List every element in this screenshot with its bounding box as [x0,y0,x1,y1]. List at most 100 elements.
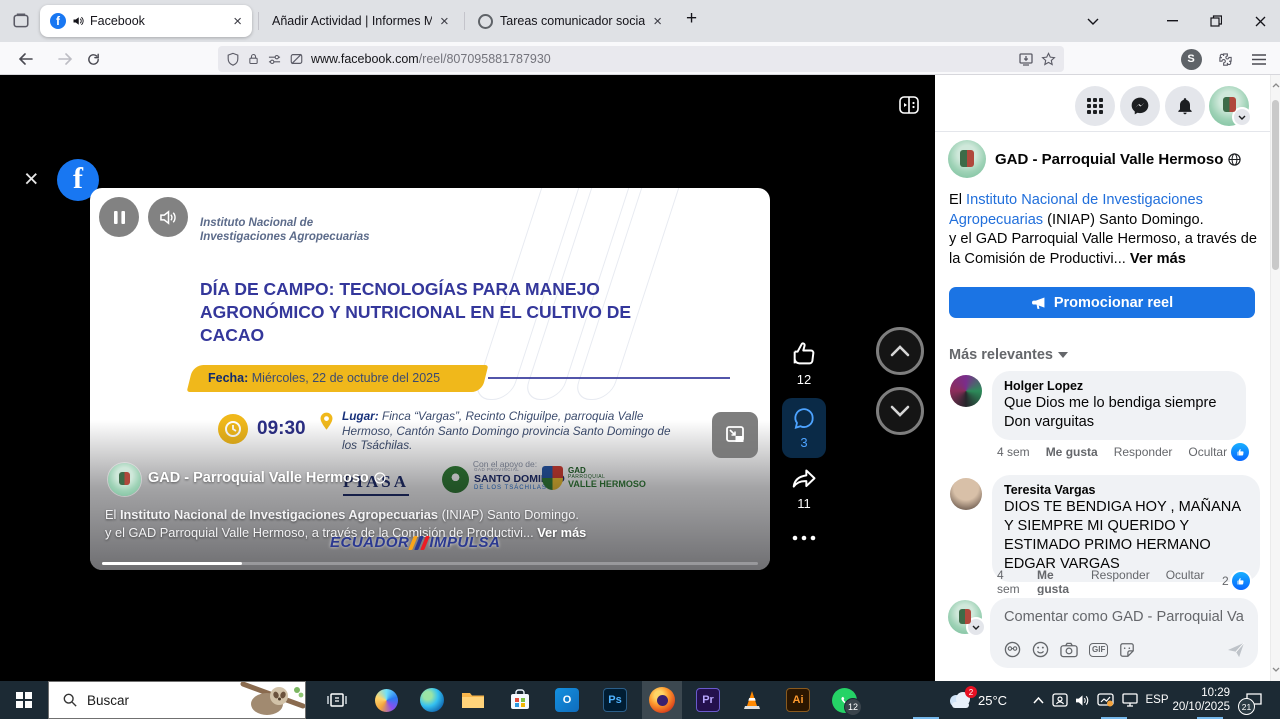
composer-avatar[interactable] [948,600,982,634]
tab-close-icon[interactable]: × [653,13,662,30]
commenter-avatar[interactable] [950,375,982,407]
tab-close-icon[interactable]: × [233,13,242,30]
see-more-link[interactable]: Ver más [1130,251,1186,267]
pause-button[interactable] [99,197,139,237]
microsoft-store-button[interactable] [500,681,540,719]
premiere-button[interactable]: Pr [688,681,728,719]
notifications-button[interactable] [1165,86,1205,126]
task-view-button[interactable] [317,681,357,719]
comment-sort-dropdown[interactable]: Más relevantes [949,347,1068,363]
illustrator-button[interactable]: Ai [778,681,818,719]
video-page-name[interactable]: GAD - Parroquial Valle Hermoso [148,470,386,486]
next-reel-button[interactable] [876,387,924,435]
avatar-sticker-icon[interactable] [1004,641,1021,658]
autoplay-blocked-icon[interactable] [289,52,304,66]
photoshop-button[interactable]: Ps [595,681,635,719]
temperature[interactable]: 25°C [978,681,1007,719]
edge-button[interactable] [412,681,452,719]
gif-icon[interactable]: GIF [1089,643,1108,657]
iniap-link[interactable]: Instituto Nacional de Investigaciones Ag… [120,507,438,522]
commenter-name[interactable]: Holger Lopez [1004,378,1234,394]
video-progress-bar[interactable] [102,562,758,566]
comment-like-action[interactable]: Me gusta [1046,445,1098,459]
tab-informes[interactable]: Añadir Actividad | Informes Mensua × [262,5,460,37]
collapse-sidebar-icon[interactable] [897,93,921,117]
tab-close-icon[interactable]: × [440,13,449,30]
messenger-button[interactable] [1120,86,1160,126]
cast-status-icon[interactable] [1093,681,1117,719]
meet-now-icon[interactable] [1049,681,1071,719]
tab-tareas[interactable]: Tareas comunicador social GAD × [468,5,672,37]
comment-like-action[interactable]: Me gusta [1037,568,1075,595]
comment-reply-action[interactable]: Responder [1091,568,1150,582]
window-minimize-button[interactable] [1155,0,1189,42]
close-reel-icon[interactable]: × [24,167,39,192]
file-explorer-button[interactable] [453,681,493,719]
promote-reel-button[interactable]: Promocionar reel [949,287,1255,318]
taskbar-search[interactable]: Buscar [48,681,306,719]
start-button[interactable] [0,681,48,719]
comment-like-badge[interactable]: 2 [1222,572,1250,590]
extensions-puzzle-icon[interactable] [1212,46,1238,72]
commenter-avatar[interactable] [950,478,982,510]
lock-icon[interactable] [247,52,260,66]
notification-center-icon[interactable]: 21 [1236,681,1272,719]
reload-button[interactable] [80,46,106,72]
comment-reply-action[interactable]: Responder [1114,445,1173,459]
share-button[interactable]: 11 [782,467,826,511]
scrollbar-thumb[interactable] [1272,100,1279,270]
comment-time[interactable]: 4 sem [997,445,1030,459]
extension-s-icon[interactable]: S [1178,46,1204,72]
outlook-button[interactable]: O [547,681,587,719]
forward-button[interactable] [52,46,78,72]
page-avatar[interactable] [108,463,141,496]
reel-video[interactable]: Instituto Nacional de Investigaciones Ag… [90,188,770,570]
page-name[interactable]: GAD - Parroquial Valle Hermoso [995,151,1241,168]
emoji-icon[interactable] [1032,641,1049,658]
scroll-down-icon[interactable] [1272,667,1280,672]
tab-list-chevron-icon[interactable] [1076,0,1110,42]
save-page-icon[interactable] [1018,52,1034,66]
sticker-icon[interactable] [1119,642,1135,658]
apps-menu-button[interactable] [1075,86,1115,126]
send-comment-icon[interactable] [1227,642,1245,658]
tab-facebook[interactable]: f Facebook × [40,5,252,37]
previous-reel-button[interactable] [876,327,924,375]
bookmark-star-icon[interactable] [1041,52,1056,67]
see-more-link[interactable]: Ver más [537,525,586,540]
page-avatar[interactable] [948,140,986,178]
vlc-button[interactable] [732,681,772,719]
network-icon[interactable] [1118,681,1142,719]
comment-hide-action[interactable]: Ocultar [1166,568,1205,582]
comments-button[interactable]: 3 [782,398,826,458]
volume-icon[interactable] [1071,681,1093,719]
scroll-up-icon[interactable] [1272,83,1280,88]
comment-time[interactable]: 4 sem [997,568,1021,595]
comment-like-badge[interactable] [1231,443,1249,461]
comment-hide-action[interactable]: Ocultar [1188,445,1227,459]
picture-in-picture-button[interactable] [712,412,758,458]
tab-audio-icon[interactable] [72,15,84,27]
address-bar[interactable]: www.facebook.com/reel/807095881787930 [218,46,1064,72]
tray-expand-chevron[interactable] [1027,681,1049,719]
firefox-button[interactable] [642,681,682,719]
volume-button[interactable] [148,197,188,237]
firefox-view-icon[interactable] [12,12,30,30]
comment-input[interactable]: Comentar como GAD - Parroquial Vall... G… [990,598,1258,668]
back-button[interactable] [12,46,38,72]
window-close-button[interactable] [1243,0,1277,42]
camera-icon[interactable] [1060,642,1078,658]
weather-icon[interactable]: 2 [942,681,978,719]
more-options-button[interactable] [782,535,826,541]
like-button[interactable]: 12 [782,340,826,387]
comment-bubble[interactable]: Teresita Vargas DIOS TE BENDIGA HOY , MA… [992,475,1260,582]
commenter-name[interactable]: Teresita Vargas [1004,482,1248,498]
taskbar-clock[interactable]: 10:29 20/10/2025 [1168,681,1230,719]
window-restore-button[interactable] [1199,0,1233,42]
copilot-button[interactable] [366,681,406,719]
whatsapp-button[interactable]: 12 [824,681,864,719]
menu-hamburger-icon[interactable] [1246,46,1272,72]
language-indicator[interactable]: ESP [1143,681,1171,719]
new-tab-button[interactable]: + [686,8,697,30]
permissions-icon[interactable] [267,53,282,66]
